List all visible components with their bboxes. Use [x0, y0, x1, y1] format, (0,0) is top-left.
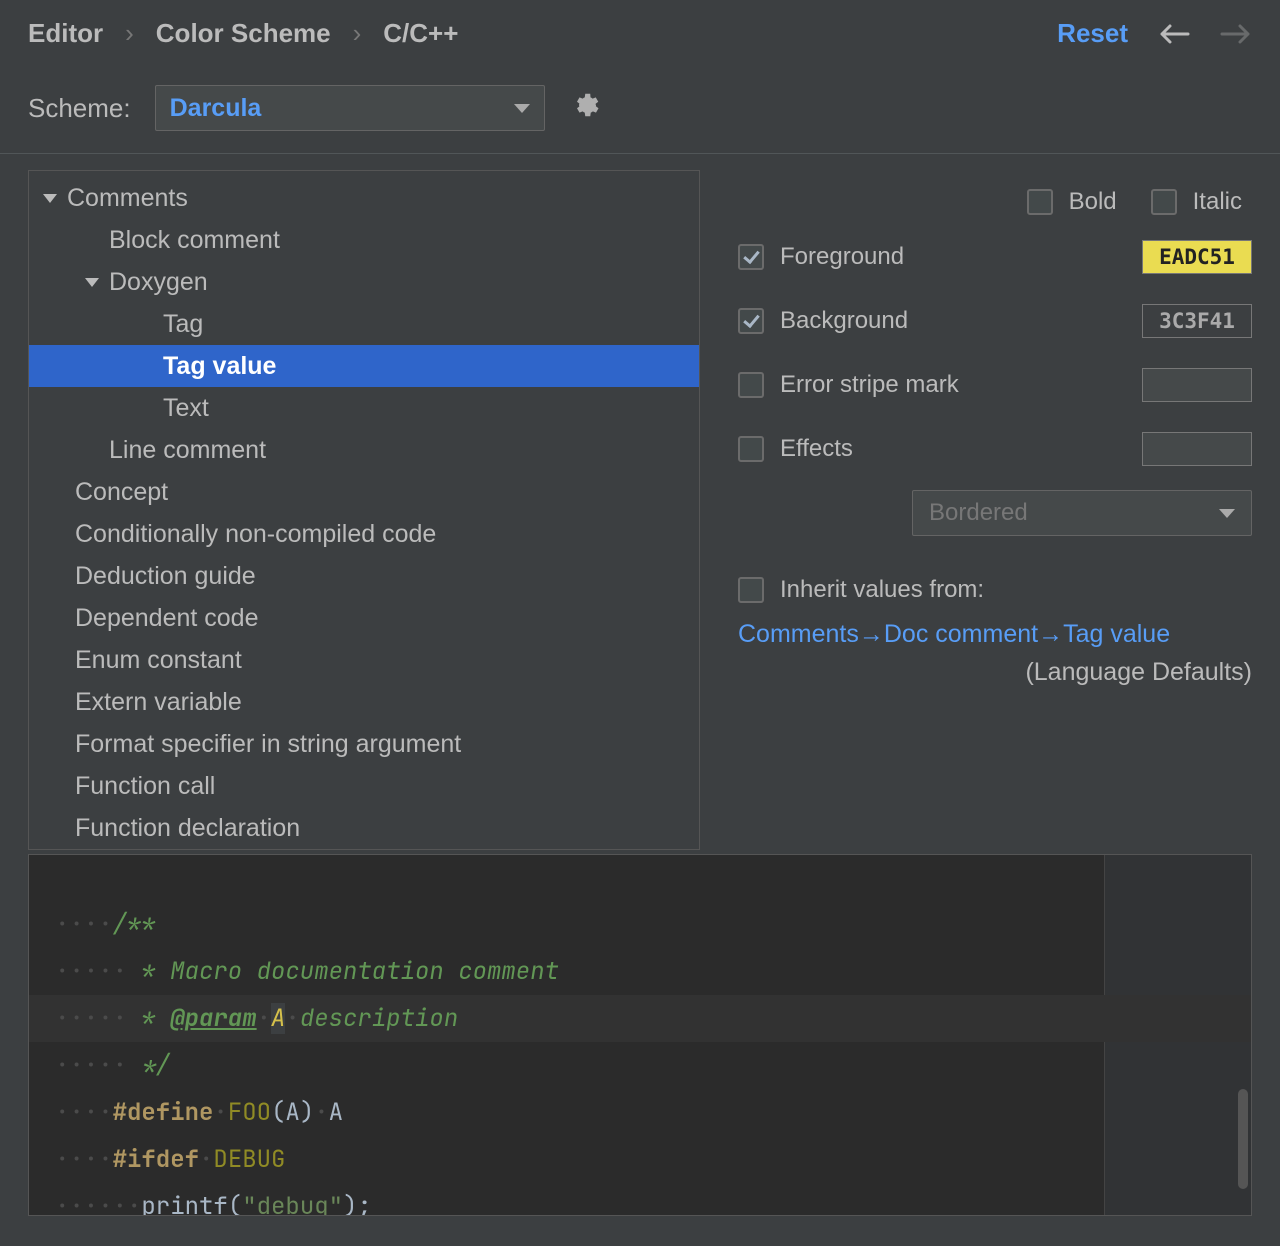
tree-label: Extern variable: [75, 681, 242, 723]
attribute-tree[interactable]: Comments Block comment Doxygen Tag Tag v…: [28, 170, 700, 850]
tree-label: Comments: [67, 177, 188, 219]
tree-item-tag[interactable]: Tag: [29, 303, 699, 345]
t: );: [343, 1191, 372, 1216]
breadcrumb: Editor › Color Scheme › C/C++: [28, 18, 458, 49]
top-actions: Reset: [1057, 18, 1252, 49]
code: ····/** ····· * Macro documentation comm…: [29, 855, 1251, 1216]
tree-item-cond[interactable]: Conditionally non-compiled code: [29, 513, 699, 555]
t: DEBUG: [213, 1144, 285, 1175]
chevron-right-icon: ›: [125, 18, 134, 49]
chevron-down-icon: [1219, 509, 1235, 518]
bold-label: Bold: [1069, 188, 1117, 216]
tree-label: Concept: [75, 471, 168, 513]
tree-label: Doxygen: [109, 261, 208, 303]
t: "debug": [242, 1191, 343, 1216]
chevron-right-icon: ›: [353, 18, 362, 49]
tree-label: Conditionally non-compiled code: [75, 513, 436, 555]
tree-item-doxygen[interactable]: Doxygen: [29, 261, 699, 303]
t: description: [300, 1003, 458, 1034]
tree-item-dependent[interactable]: Dependent code: [29, 597, 699, 639]
tree-label: Format specifier in string argument: [75, 723, 461, 765]
tree-item-deduction[interactable]: Deduction guide: [29, 555, 699, 597]
tree-label: Tag: [163, 303, 203, 345]
t: #ifdef: [113, 1144, 199, 1175]
foreground-swatch[interactable]: EADC51: [1142, 240, 1252, 274]
tree-item-extern[interactable]: Extern variable: [29, 681, 699, 723]
error-stripe-label: Error stripe mark: [780, 371, 959, 399]
foreground-checkbox[interactable]: [738, 244, 764, 270]
doxygen-tag: @param: [170, 1003, 256, 1034]
effects-checkbox[interactable]: [738, 436, 764, 462]
bold-checkbox[interactable]: [1027, 189, 1053, 215]
main: Comments Block comment Doxygen Tag Tag v…: [0, 154, 1280, 854]
t: A: [329, 1097, 343, 1128]
error-stripe-swatch[interactable]: [1142, 368, 1252, 402]
chevron-down-icon: [514, 104, 530, 113]
foreground-label: Foreground: [780, 243, 904, 271]
tree-item-tag-value[interactable]: Tag value: [29, 345, 699, 387]
breadcrumb-cpp[interactable]: C/C++: [383, 18, 458, 49]
italic-label: Italic: [1193, 188, 1242, 216]
t: #define: [113, 1097, 214, 1128]
gear-icon[interactable]: [569, 90, 599, 127]
tree-item-global[interactable]: Global variable: [29, 849, 699, 850]
tree-label: Global variable: [75, 849, 242, 850]
italic-checkbox[interactable]: [1151, 189, 1177, 215]
tree-label: Tag value: [163, 345, 276, 387]
background-swatch[interactable]: 3C3F41: [1142, 304, 1252, 338]
effects-label: Effects: [780, 435, 853, 463]
tree-item-enum[interactable]: Enum constant: [29, 639, 699, 681]
inherit-checkbox[interactable]: [738, 577, 764, 603]
tree-item-comments[interactable]: Comments: [29, 177, 699, 219]
inherit-sub: (Language Defaults): [738, 658, 1252, 687]
t: *: [127, 956, 170, 987]
inherit-link[interactable]: Comments→Doc comment→Tag value: [738, 616, 1252, 652]
chevron-down-icon: [85, 278, 99, 287]
tree-label: Function declaration: [75, 807, 300, 849]
inherit-label: Inherit values from:: [780, 576, 984, 604]
t: (A): [271, 1097, 314, 1128]
effects-select[interactable]: Bordered: [912, 490, 1252, 536]
topbar: Editor › Color Scheme › C/C++ Reset: [0, 0, 1280, 79]
scheme-select[interactable]: Darcula: [155, 85, 545, 131]
effects-swatch[interactable]: [1142, 432, 1252, 466]
tree-label: Function call: [75, 765, 215, 807]
scheme-value: Darcula: [170, 94, 262, 123]
tree-item-line-comment[interactable]: Line comment: [29, 429, 699, 471]
tree-label: Text: [163, 387, 209, 429]
t: FOO: [228, 1097, 271, 1128]
error-stripe-checkbox[interactable]: [738, 372, 764, 398]
tree-label: Dependent code: [75, 597, 258, 639]
tree-item-block-comment[interactable]: Block comment: [29, 219, 699, 261]
breadcrumb-editor[interactable]: Editor: [28, 18, 103, 49]
tree-item-fn-call[interactable]: Function call: [29, 765, 699, 807]
code-preview[interactable]: ····/** ····· * Macro documentation comm…: [28, 854, 1252, 1216]
chevron-down-icon: [43, 194, 57, 203]
tree-item-concept[interactable]: Concept: [29, 471, 699, 513]
tree-label: Deduction guide: [75, 555, 256, 597]
t: Macro documentation comment: [170, 956, 559, 987]
t: /**: [113, 909, 156, 940]
breadcrumb-color-scheme[interactable]: Color Scheme: [156, 18, 331, 49]
t: printf(: [141, 1191, 242, 1216]
tree-label: Line comment: [109, 429, 266, 471]
t: *: [127, 1003, 170, 1034]
back-icon[interactable]: [1158, 22, 1190, 46]
tree-label: Enum constant: [75, 639, 242, 681]
background-label: Background: [780, 307, 908, 335]
effects-select-value: Bordered: [929, 499, 1028, 527]
doxygen-tag-value: A: [271, 1003, 285, 1034]
forward-icon: [1220, 22, 1252, 46]
tree-item-format-spec[interactable]: Format specifier in string argument: [29, 723, 699, 765]
attribute-panel: Bold Italic Foreground EADC51 Background…: [738, 170, 1252, 854]
tree-label: Block comment: [109, 219, 280, 261]
tree-item-text[interactable]: Text: [29, 387, 699, 429]
scheme-row: Scheme: Darcula: [0, 79, 1280, 154]
scheme-label: Scheme:: [28, 93, 131, 124]
reset-link[interactable]: Reset: [1057, 18, 1128, 49]
t: */: [127, 1050, 170, 1081]
background-checkbox[interactable]: [738, 308, 764, 334]
tree-item-fn-decl[interactable]: Function declaration: [29, 807, 699, 849]
